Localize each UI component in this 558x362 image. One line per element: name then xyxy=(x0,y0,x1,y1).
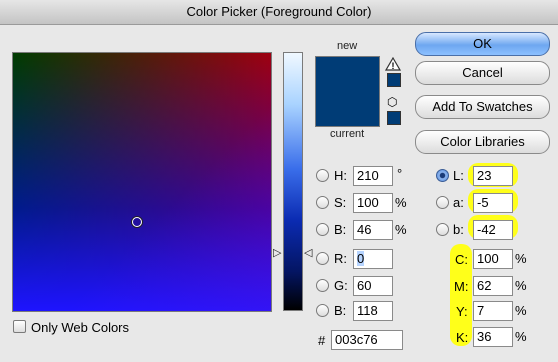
hue-slider[interactable] xyxy=(283,52,303,311)
red-input-value: 0 xyxy=(357,251,365,266)
brightness-unit: % xyxy=(395,222,407,237)
web-safe-cube-icon[interactable]: ⬡ xyxy=(387,95,397,109)
color-field-cursor[interactable] xyxy=(132,217,142,227)
yellow-input[interactable]: 7 xyxy=(473,301,513,321)
green-input[interactable]: 60 xyxy=(353,276,393,296)
color-field[interactable] xyxy=(12,52,272,312)
web-safe-color-swatch[interactable] xyxy=(387,111,401,125)
blue-label: B: xyxy=(334,303,347,318)
ok-button[interactable]: OK xyxy=(415,32,550,56)
a-channel-label: a: xyxy=(453,195,464,210)
black-label: K: xyxy=(456,330,469,345)
only-web-colors-label: Only Web Colors xyxy=(31,320,130,335)
lightness-label: L: xyxy=(453,168,464,183)
lightness-input[interactable]: 23 xyxy=(473,166,513,186)
blue-input[interactable]: 118 xyxy=(353,301,393,321)
hue-input[interactable]: 210 xyxy=(353,166,393,186)
b-channel-radio[interactable] xyxy=(436,223,449,236)
red-input[interactable]: 0 xyxy=(353,249,393,269)
color-preview-swatch xyxy=(315,56,380,127)
hue-unit: ° xyxy=(397,166,403,181)
cancel-button[interactable]: Cancel xyxy=(415,61,550,85)
a-channel-radio[interactable] xyxy=(436,196,449,209)
green-label: G: xyxy=(334,278,348,293)
add-to-swatches-button[interactable]: Add To Swatches xyxy=(415,95,550,119)
saturation-unit: % xyxy=(395,195,407,210)
cyan-input[interactable]: 100 xyxy=(473,249,513,269)
b-channel-input[interactable]: -42 xyxy=(473,220,513,240)
a-channel-input[interactable]: -5 xyxy=(473,193,513,213)
color-field-shade xyxy=(13,53,271,311)
brightness-input[interactable]: 46 xyxy=(353,220,393,240)
black-input[interactable]: 36 xyxy=(473,327,513,347)
blue-radio[interactable] xyxy=(316,304,329,317)
hue-label: H: xyxy=(334,168,347,183)
b-channel-label: b: xyxy=(453,222,464,237)
hex-input[interactable]: 003c76 xyxy=(331,330,403,350)
only-web-colors-checkbox[interactable] xyxy=(13,320,26,333)
gamut-color-swatch[interactable] xyxy=(387,73,401,87)
new-label: new xyxy=(337,40,358,52)
out-of-gamut-warning-icon[interactable]: ! xyxy=(385,57,401,71)
black-unit: % xyxy=(515,329,527,344)
svg-text:!: ! xyxy=(392,61,395,71)
current-label: current xyxy=(330,128,365,140)
saturation-radio[interactable] xyxy=(316,196,329,209)
hue-radio[interactable] xyxy=(316,169,329,182)
red-label: R: xyxy=(334,251,347,266)
magenta-unit: % xyxy=(515,278,527,293)
color-libraries-button[interactable]: Color Libraries xyxy=(415,130,550,154)
cyan-label: C: xyxy=(455,252,468,267)
saturation-input[interactable]: 100 xyxy=(353,193,393,213)
red-radio[interactable] xyxy=(316,252,329,265)
window-title: Color Picker (Foreground Color) xyxy=(0,0,558,25)
brightness-label: B: xyxy=(334,222,347,237)
magenta-label: M: xyxy=(454,279,469,294)
cyan-unit: % xyxy=(515,251,527,266)
brightness-radio[interactable] xyxy=(316,223,329,236)
saturation-label: S: xyxy=(334,195,347,210)
hue-slider-right-arrow-icon[interactable]: ◁ xyxy=(304,246,312,259)
green-radio[interactable] xyxy=(316,279,329,292)
lightness-radio[interactable] xyxy=(436,169,449,182)
hex-label: # xyxy=(318,333,326,348)
yellow-label: Y: xyxy=(456,304,468,319)
yellow-unit: % xyxy=(515,303,527,318)
hue-slider-left-arrow-icon[interactable]: ▷ xyxy=(273,246,281,259)
magenta-input[interactable]: 62 xyxy=(473,276,513,296)
